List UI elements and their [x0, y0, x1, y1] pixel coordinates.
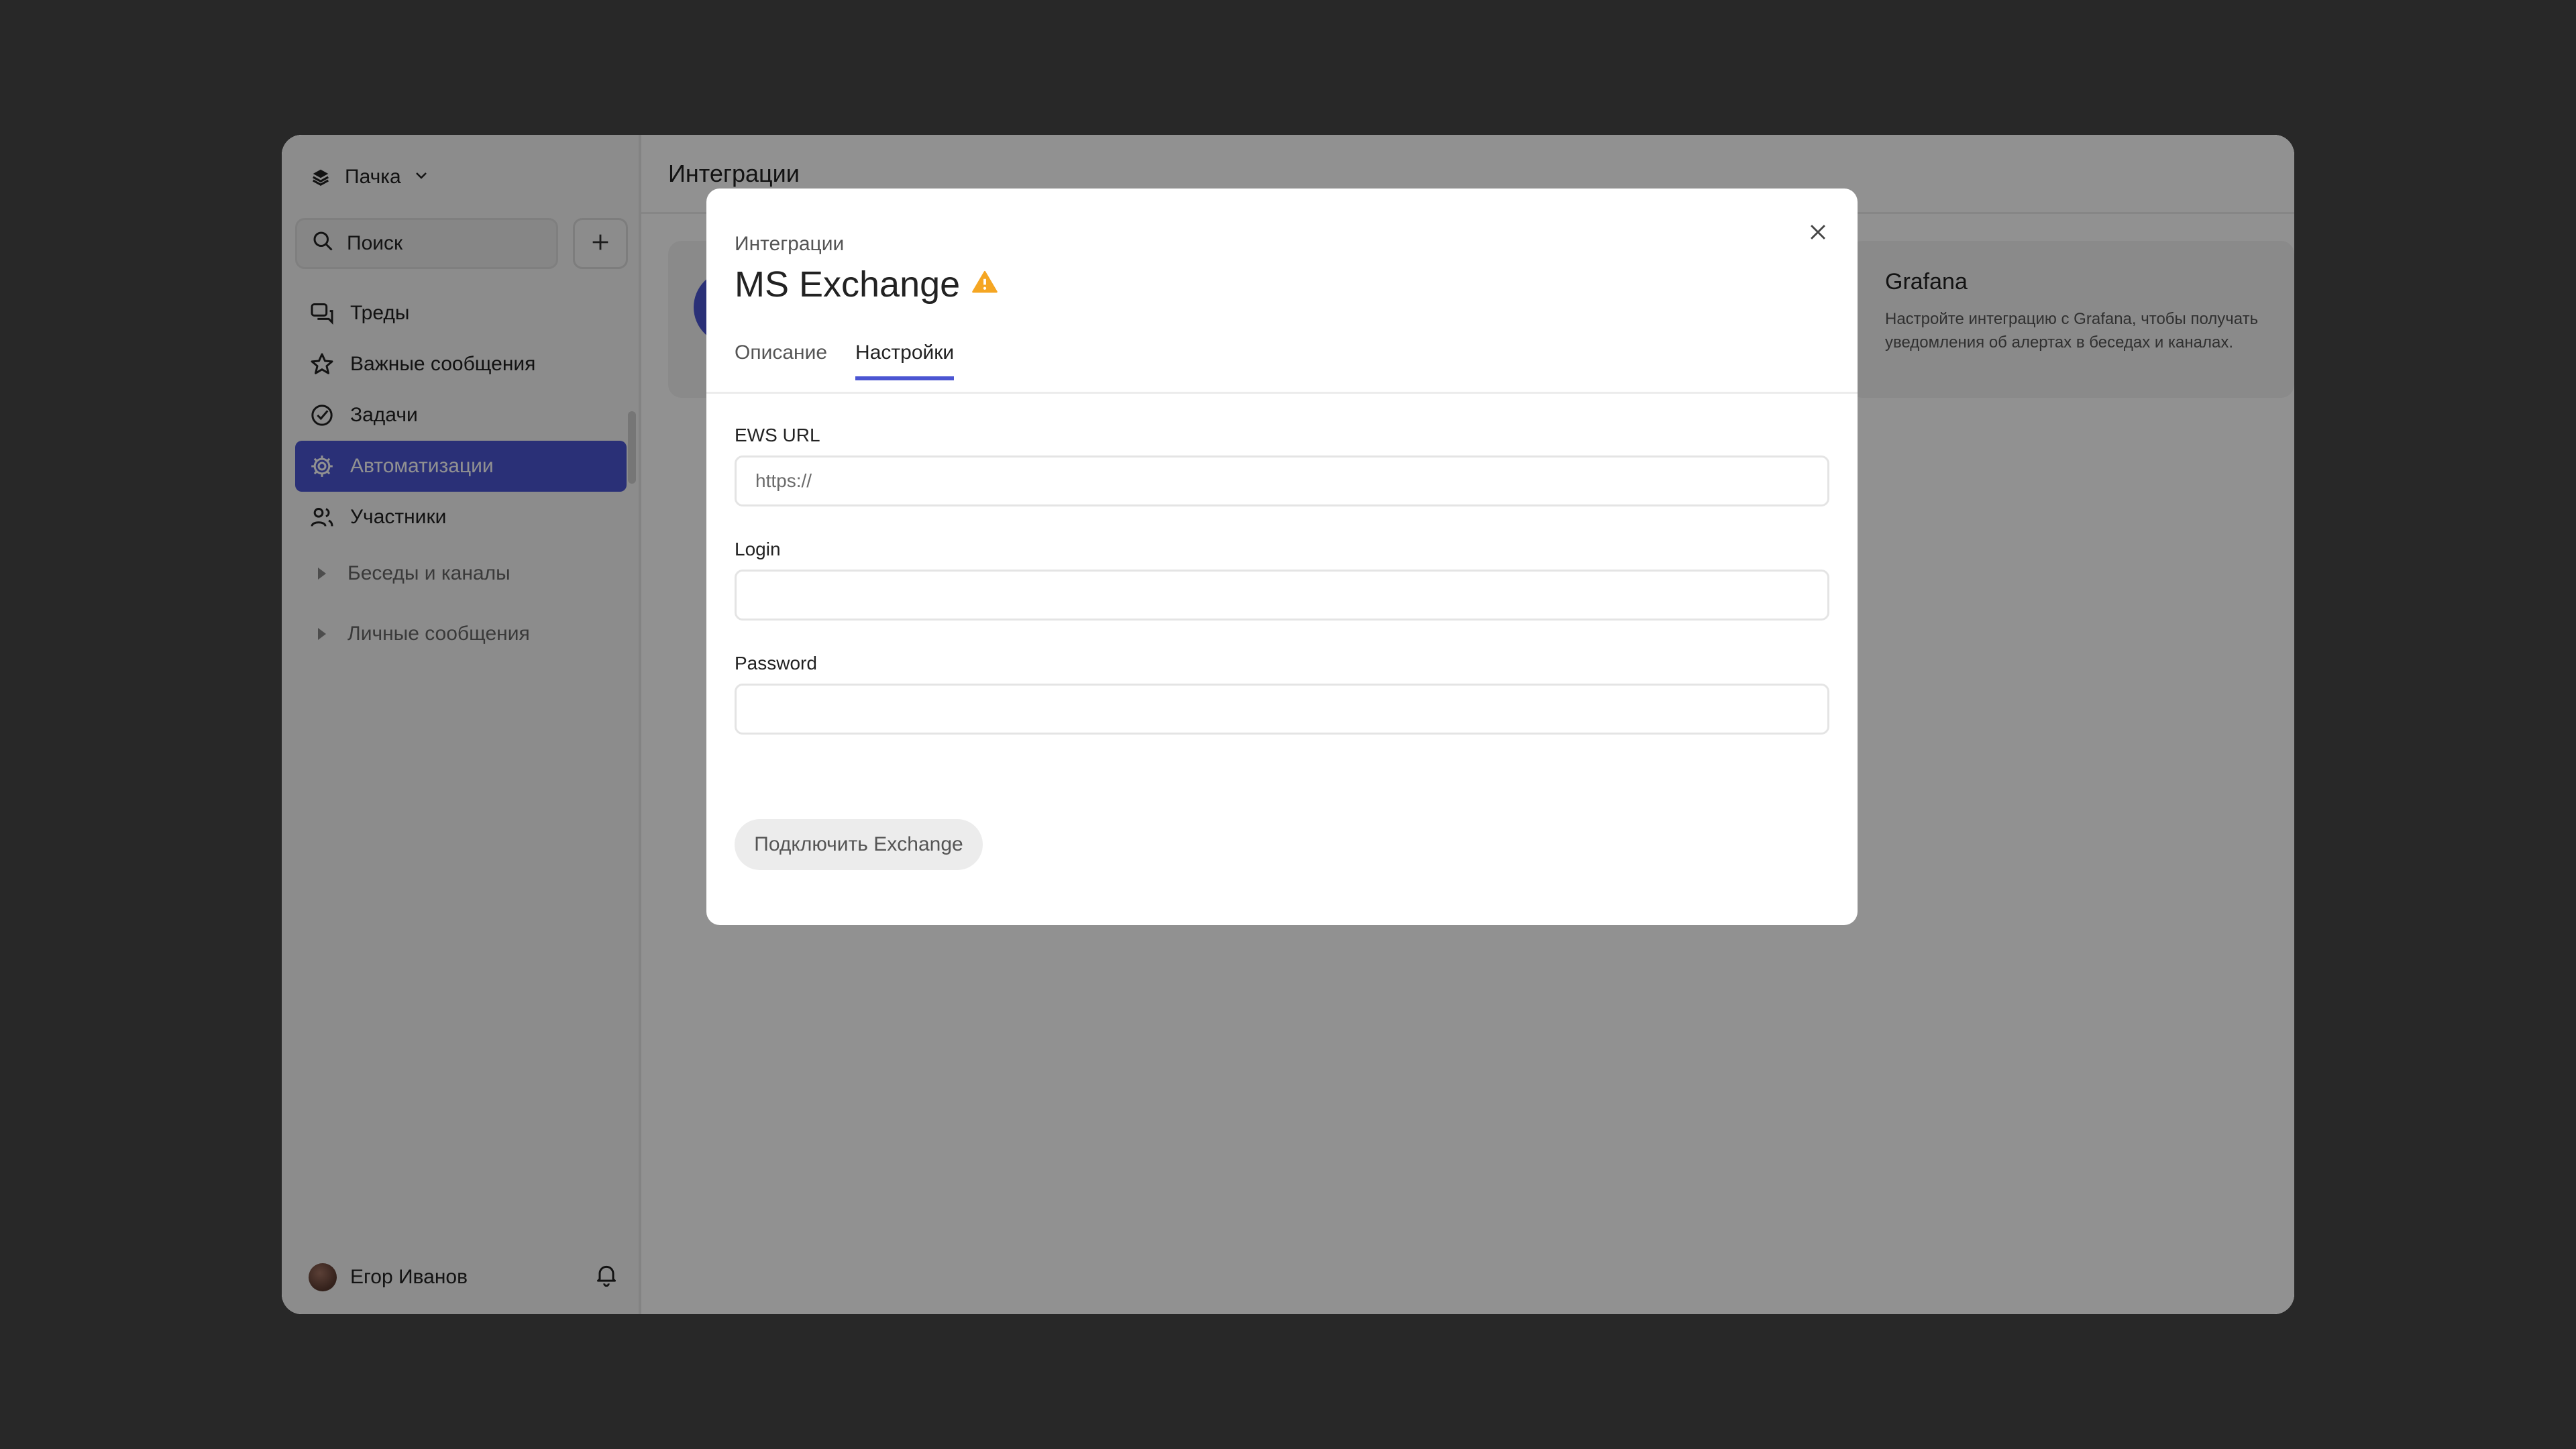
tabs-divider: [706, 392, 1858, 394]
connect-exchange-button[interactable]: Подключить Exchange: [735, 819, 983, 870]
close-icon: [1807, 221, 1829, 247]
close-button[interactable]: [1801, 217, 1835, 250]
login-input[interactable]: [735, 570, 1829, 621]
modal-tabs: Описание Настройки: [735, 323, 955, 380]
tab-settings[interactable]: Настройки: [855, 323, 955, 380]
password-input[interactable]: [735, 684, 1829, 735]
tab-description[interactable]: Описание: [735, 323, 827, 380]
login-label: Login: [735, 539, 781, 559]
modal-title: MS Exchange: [735, 261, 999, 308]
warning-icon: [971, 264, 999, 305]
ews-url-label: EWS URL: [735, 425, 820, 445]
integration-modal: Интеграции MS Exchange Описание Настройк…: [706, 189, 1858, 925]
ews-url-input[interactable]: [735, 455, 1829, 506]
modal-breadcrumb: Интеграции: [735, 233, 845, 255]
password-label: Password: [735, 653, 817, 674]
modal-title-text: MS Exchange: [735, 264, 961, 305]
